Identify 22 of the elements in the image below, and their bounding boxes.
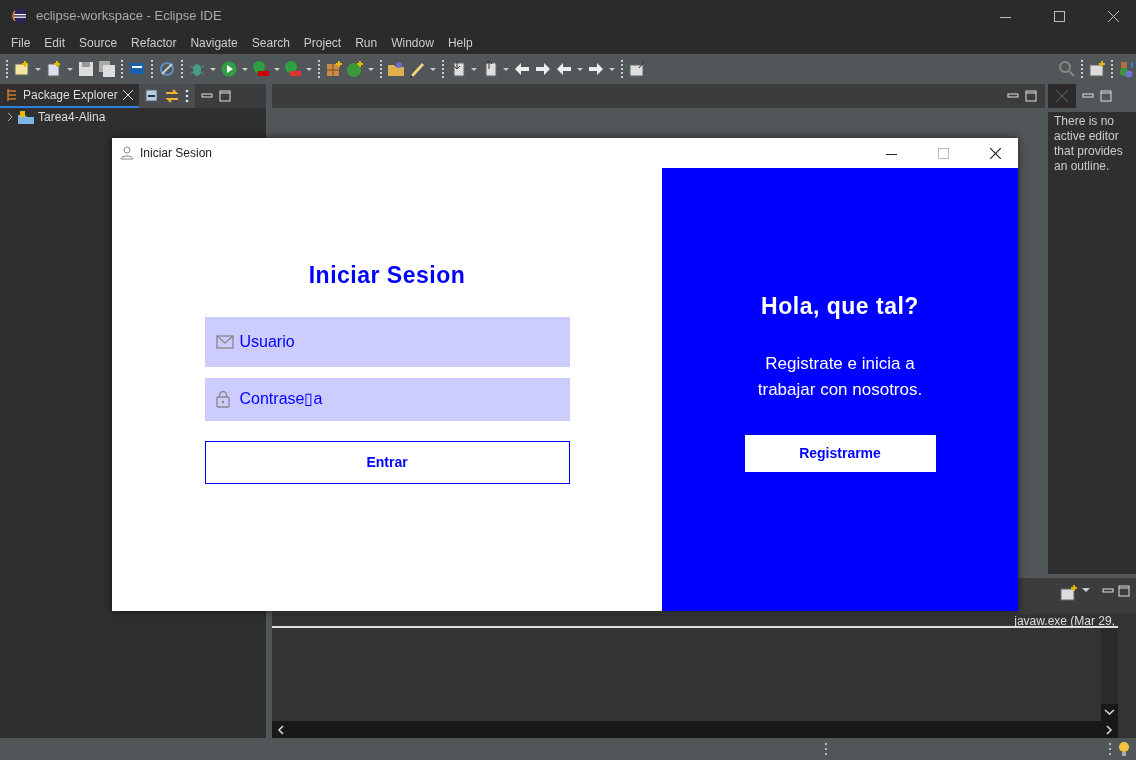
menu-item[interactable]: Refactor (124, 32, 184, 54)
login-heading: Iniciar Sesion (308, 262, 466, 290)
menu-item[interactable]: File (4, 32, 38, 54)
tree-item[interactable]: Tarea4-Alina (0, 108, 266, 126)
menu-item[interactable]: Run (348, 32, 385, 54)
view-tab[interactable]: Package Explorer (0, 84, 139, 108)
outline-message: There is no active editor that provides an outline. (1048, 112, 1136, 574)
menu-item[interactable]: Search (244, 32, 297, 54)
welcome-text: Registrate e inicia a trabajar con nosotros. (756, 352, 924, 401)
login-button[interactable]: Entrar (204, 440, 570, 484)
menu-item[interactable]: Navigate (183, 32, 245, 54)
username-field[interactable]: Usuario (204, 316, 570, 367)
password-field[interactable]: Contrase▯a (204, 377, 570, 421)
menu-item[interactable]: Window (384, 32, 441, 54)
dialog-title: Iniciar Sesion (140, 145, 213, 162)
menu-item[interactable]: Source (72, 32, 125, 54)
menu-item[interactable]: Edit (37, 32, 73, 54)
window-title: eclipse-workspace - Eclipse IDE (36, 7, 222, 26)
register-button[interactable]: Registrarme (744, 434, 936, 472)
menu-item[interactable]: Project (296, 32, 349, 54)
welcome-heading: Hola, que tal? (761, 293, 919, 321)
menu-item[interactable]: Help (440, 32, 480, 54)
